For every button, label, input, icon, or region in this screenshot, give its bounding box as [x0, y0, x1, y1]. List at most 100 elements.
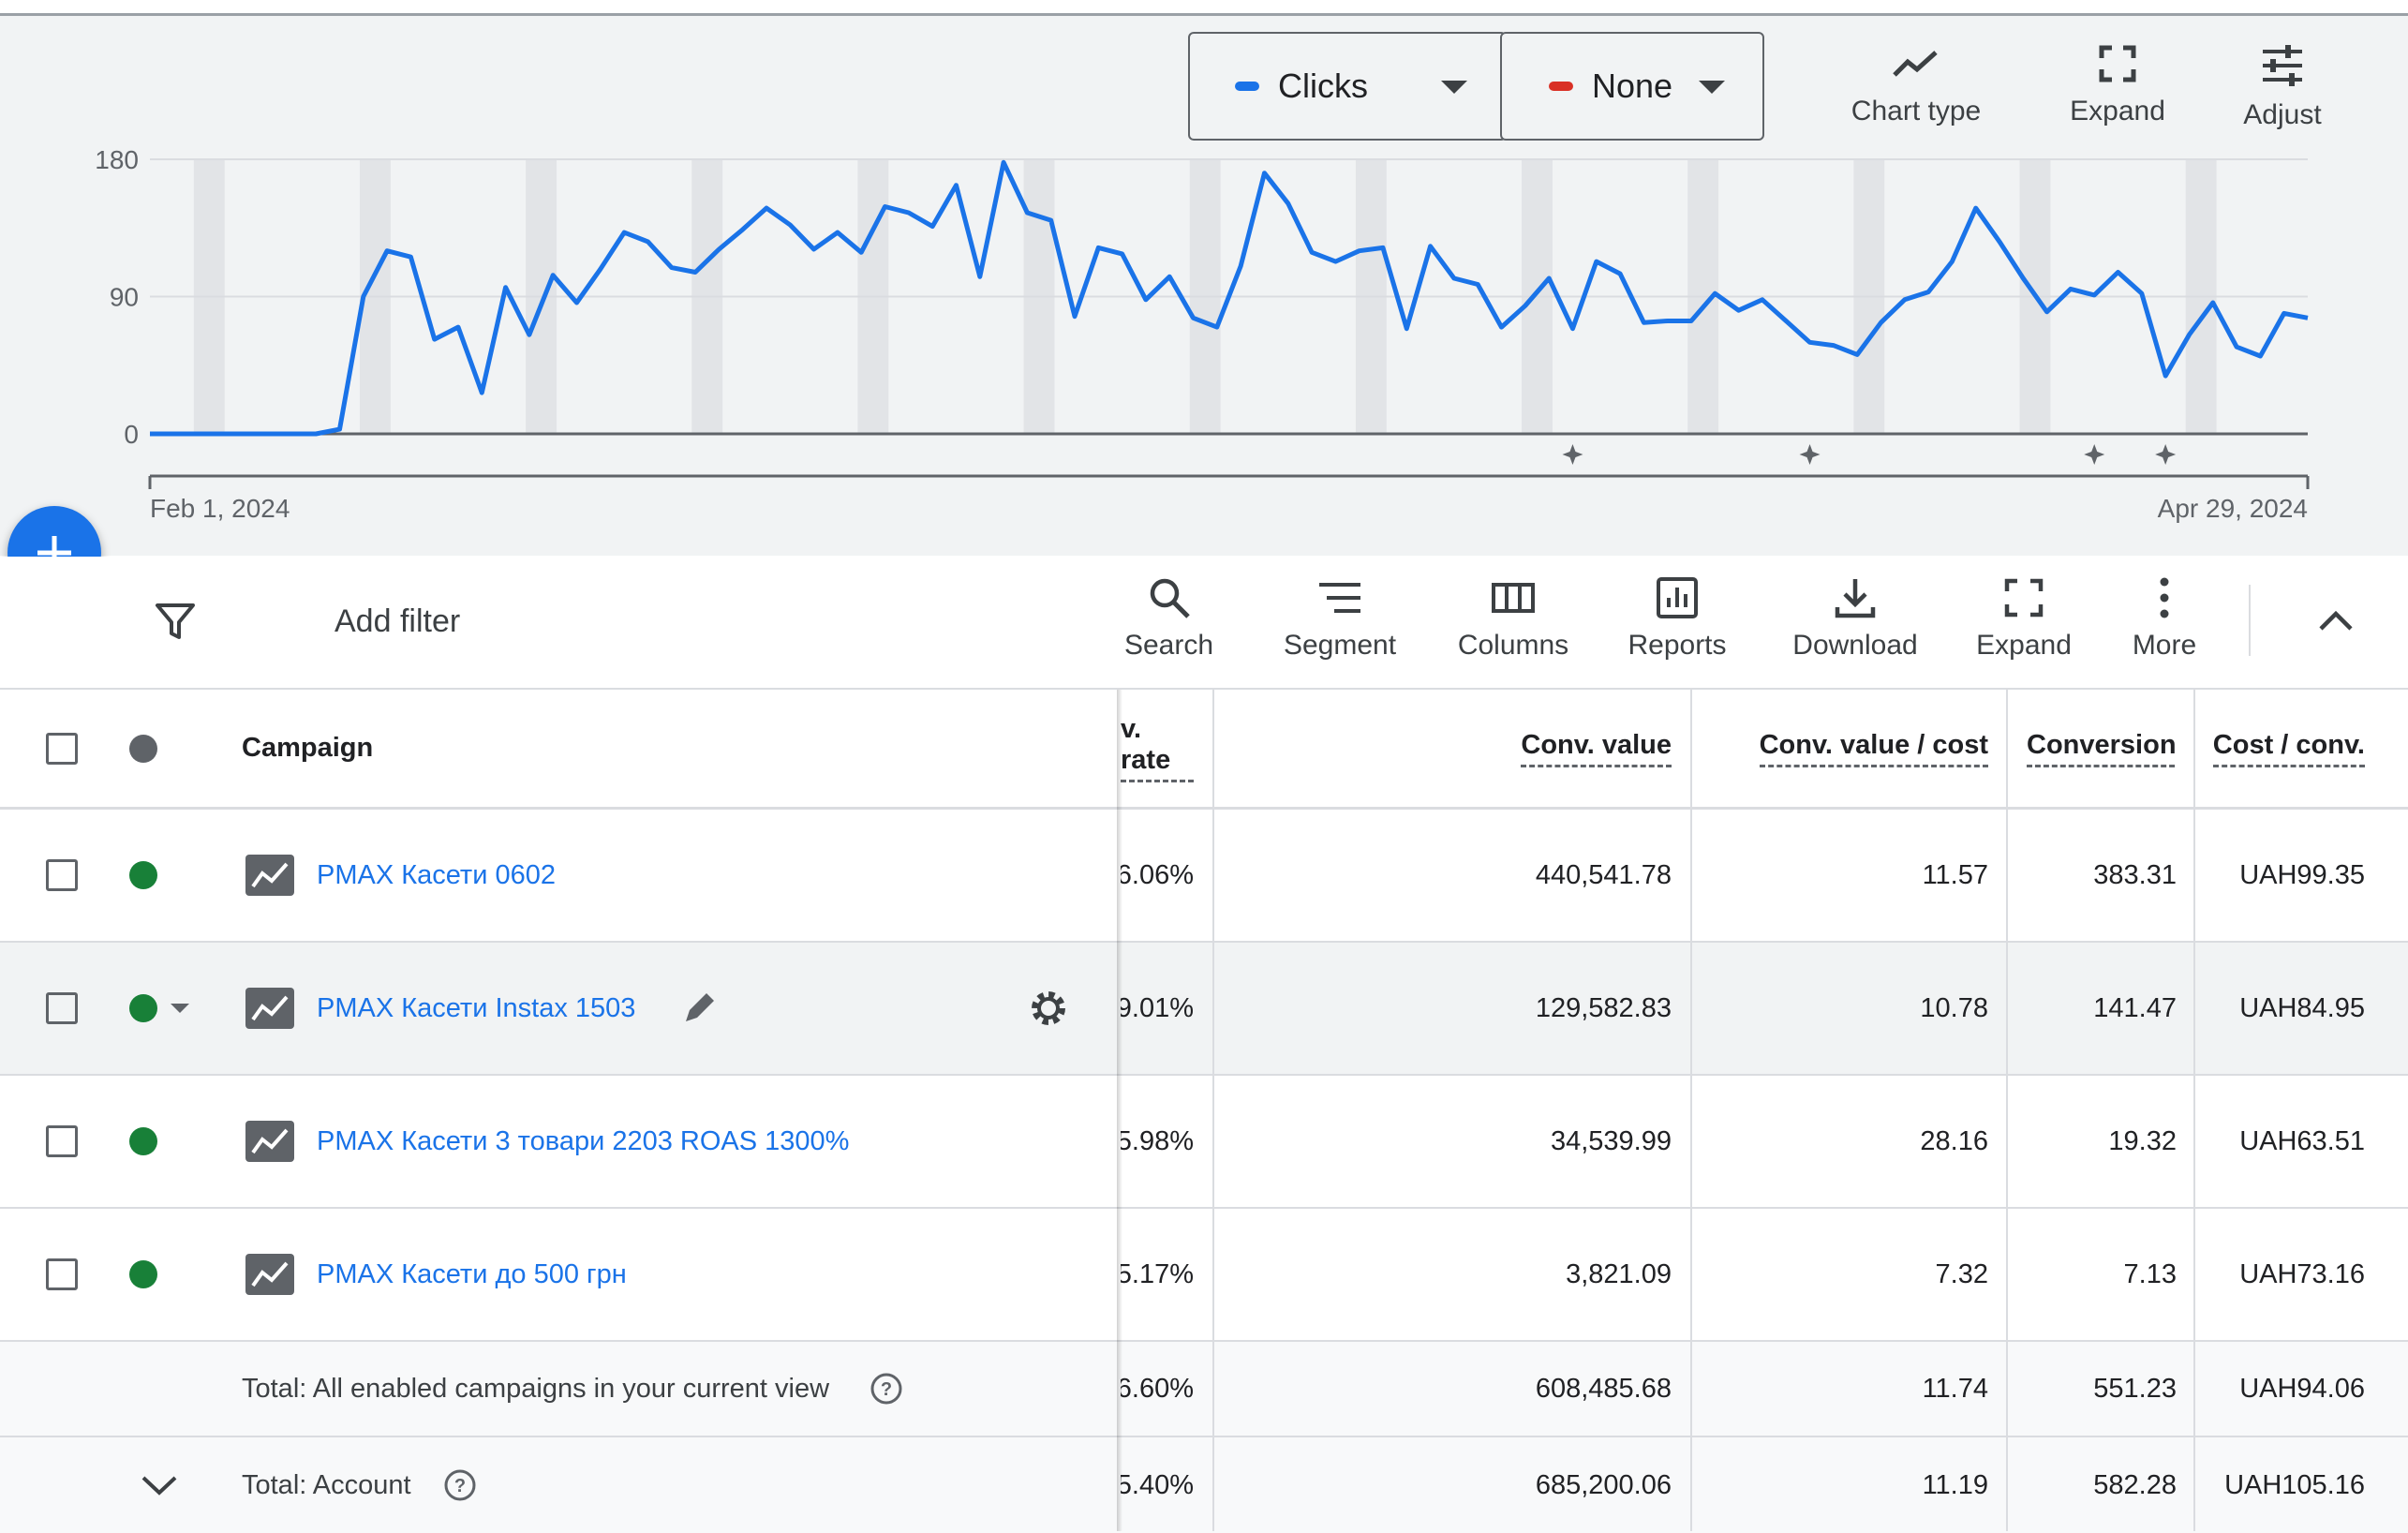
- status-dropdown-icon[interactable]: [169, 1002, 191, 1015]
- primary-metric-dropdown[interactable]: Clicks: [1188, 32, 1507, 141]
- chart-adjust-label: Adjust: [2243, 99, 2322, 130]
- expand-icon: [2099, 45, 2136, 82]
- add-filter-input[interactable]: Add filter: [334, 603, 460, 640]
- campaign-name-link[interactable]: PMAX Касети до 500 грн: [317, 1209, 627, 1340]
- pmax-campaign-icon: [245, 1254, 294, 1295]
- toolbar-search-button[interactable]: Search: [1106, 575, 1232, 662]
- total-row-account: Total: Account ? 5.40% 685,200.06 11.19 …: [0, 1437, 2408, 1533]
- x-start-label: Feb 1, 2024: [150, 494, 290, 523]
- pmax-campaign-icon: [245, 1121, 294, 1162]
- chart-adjust-button[interactable]: Adjust: [2226, 45, 2339, 131]
- total-enabled-label: Total: All enabled campaigns in your cur…: [242, 1373, 830, 1404]
- segment-icon: [1319, 583, 1360, 613]
- total-conv-rate: 6.60%: [1121, 1373, 1194, 1404]
- campaign-name-link[interactable]: PMAX Касети Instax 1503: [317, 943, 635, 1074]
- gear-icon[interactable]: [1027, 987, 1070, 1030]
- chart-expand-button[interactable]: Expand: [2043, 45, 2192, 127]
- conv-rate-cell: 6.06%: [1121, 859, 1194, 890]
- header-conv-value-cost[interactable]: Conv. value / cost: [1692, 690, 1988, 807]
- toolbar-expand-button[interactable]: Expand: [1954, 575, 2094, 662]
- total-row-enabled: Total: All enabled campaigns in your cur…: [0, 1342, 2408, 1437]
- campaign-name-link[interactable]: PMAX Касети 0602: [317, 810, 556, 941]
- conv-rate-cell: 9.01%: [1121, 992, 1194, 1023]
- status-header-icon[interactable]: [129, 734, 157, 763]
- cost-conv-cell: UAH63.51: [2239, 1125, 2365, 1156]
- svg-text:?: ?: [454, 1476, 466, 1496]
- header-cost-conv[interactable]: Cost / conv.: [2198, 690, 2365, 807]
- status-header-cell: [129, 690, 157, 807]
- chart-type-button[interactable]: Chart type: [1836, 45, 1996, 127]
- conv-rate-cell: 5.98%: [1121, 1125, 1194, 1156]
- toolbar-search-label: Search: [1123, 630, 1214, 661]
- toolbar-more-button[interactable]: More: [2119, 575, 2209, 662]
- edit-pencil-icon[interactable]: [680, 990, 718, 1027]
- chart-type-label: Chart type: [1851, 96, 1982, 127]
- toolbar-more-label: More: [2132, 630, 2197, 661]
- toolbar-expand-label: Expand: [1976, 630, 2072, 661]
- header-conv-rate[interactable]: v. rate: [1121, 690, 1194, 807]
- header-campaign[interactable]: Campaign: [242, 690, 373, 807]
- conv-value-cell: 34,539.99: [1550, 1125, 1672, 1156]
- total-conversions: 582.28: [2093, 1469, 2177, 1500]
- conv-rate-cell: 5.17%: [1121, 1258, 1194, 1289]
- conversions-cell: 383.31: [2093, 859, 2177, 890]
- total-cost-conv: UAH94.06: [2239, 1373, 2365, 1404]
- conv-value-cost-cell: 11.57: [1922, 859, 1988, 890]
- select-all-checkbox[interactable]: [46, 732, 78, 765]
- y-tick-label: 0: [124, 420, 139, 449]
- enabled-status-icon[interactable]: [129, 1260, 157, 1288]
- conv-value-cell: 440,541.78: [1535, 859, 1672, 890]
- clicks-line-chart: 180 90 0 Feb 1, 2024 Apr 29, 2024: [95, 145, 2310, 523]
- toolbar-reports-label: Reports: [1628, 630, 1727, 661]
- table-row: PMAX Касети Instax 1503 9.01% 129,582.83…: [0, 943, 2408, 1076]
- conversions-cell: 7.13: [2123, 1258, 2177, 1289]
- campaign-name-link[interactable]: PMAX Касети 3 товари 2203 ROAS 1300%: [317, 1076, 849, 1207]
- header-conversions[interactable]: Conversions: [2027, 690, 2177, 807]
- conv-value-cost-cell: 28.16: [1920, 1125, 1988, 1156]
- filter-icon[interactable]: [155, 602, 196, 643]
- conv-value-cell: 3,821.09: [1566, 1258, 1672, 1289]
- enabled-status-icon[interactable]: [129, 1127, 157, 1155]
- svg-text:?: ?: [881, 1379, 892, 1400]
- row-checkbox[interactable]: [46, 1258, 78, 1290]
- chevron-down-icon[interactable]: [141, 1474, 178, 1496]
- enabled-status-icon[interactable]: [129, 861, 157, 889]
- primary-metric-label: Clicks: [1278, 67, 1368, 105]
- more-vert-icon: [2160, 577, 2169, 618]
- row-checkbox[interactable]: [46, 992, 78, 1024]
- secondary-metric-dropdown[interactable]: None: [1500, 32, 1764, 141]
- row-checkbox[interactable]: [46, 1125, 78, 1157]
- expand-icon: [2004, 578, 2044, 618]
- total-account-label: Total: Account: [242, 1469, 411, 1500]
- line-chart-icon: [1893, 51, 1938, 77]
- y-tick-label: 180: [95, 145, 139, 174]
- select-all-checkbox-cell: [46, 690, 78, 807]
- toolbar-columns-button[interactable]: Columns: [1443, 575, 1583, 662]
- annotation-sparkle-icon: [2084, 444, 2105, 465]
- chevron-up-icon[interactable]: [2318, 609, 2354, 632]
- toolbar-columns-label: Columns: [1457, 630, 1569, 661]
- total-conversions: 551.23: [2093, 1373, 2177, 1404]
- chevron-down-icon: [1699, 81, 1725, 94]
- chevron-down-icon: [1441, 81, 1467, 94]
- toolbar-reports-button[interactable]: Reports: [1612, 575, 1743, 662]
- annotation-markers: [1562, 444, 2177, 465]
- table-toolbar: Add filter Search Segment Columns Report…: [0, 557, 2408, 690]
- toolbar-segment-button[interactable]: Segment: [1265, 575, 1415, 662]
- row-checkbox[interactable]: [46, 859, 78, 891]
- total-conv-value-cost: 11.19: [1922, 1469, 1988, 1500]
- total-cost-conv: UAH105.16: [2224, 1469, 2365, 1500]
- help-icon[interactable]: ?: [443, 1468, 477, 1502]
- table-header-row: Campaign v. rate Conv. value Conv. value…: [0, 690, 2408, 810]
- help-icon[interactable]: ?: [870, 1372, 903, 1406]
- total-conv-value: 608,485.68: [1535, 1373, 1672, 1404]
- tune-icon: [2263, 45, 2302, 86]
- chart-expand-label: Expand: [2070, 96, 2165, 127]
- conv-value-cost-cell: 7.32: [1935, 1258, 1988, 1289]
- pmax-campaign-icon: [245, 855, 294, 896]
- header-conv-value[interactable]: Conv. value: [1218, 690, 1672, 807]
- toolbar-download-button[interactable]: Download: [1776, 575, 1935, 662]
- secondary-metric-swatch: [1549, 82, 1573, 91]
- column-separator: [2006, 690, 2008, 1531]
- enabled-status-icon[interactable]: [129, 994, 157, 1022]
